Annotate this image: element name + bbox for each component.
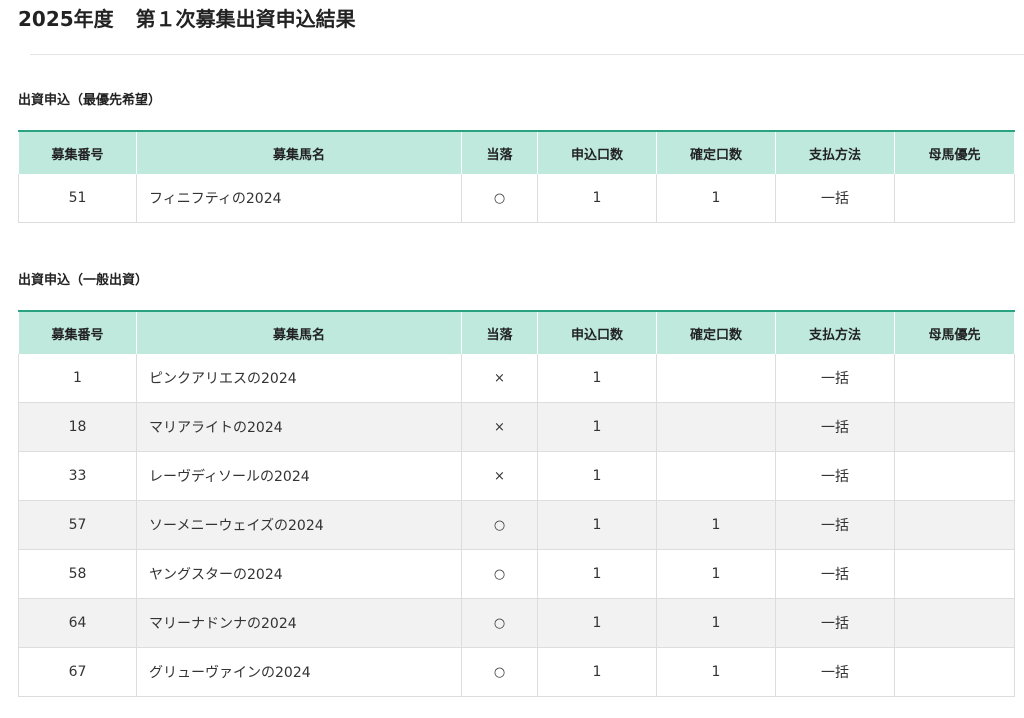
page-title-main: 第１次募集出資申込結果 — [135, 7, 356, 31]
cell-applied-units: 1 — [537, 174, 657, 223]
cell-dam-priority — [894, 500, 1015, 550]
column-header-confirmed-units: 確定口数 — [656, 311, 776, 354]
cell-result: × — [461, 402, 538, 452]
cell-dam-priority — [894, 354, 1015, 403]
cell-confirmed-units: 1 — [656, 549, 776, 599]
cell-applied-units: 1 — [537, 402, 657, 452]
cell-result: × — [461, 354, 538, 403]
column-header-number: 募集番号 — [18, 131, 137, 174]
table-row: 33 レーヴディソールの2024 × 1 一括 — [18, 451, 1015, 501]
column-header-result: 当落 — [461, 131, 538, 174]
cell-payment: 一括 — [775, 598, 895, 648]
priority-results-table: 募集番号 募集馬名 当落 申込口数 確定口数 支払方法 母馬優先 51 フィニフ… — [18, 130, 1015, 223]
table-row: 57 ソーメニーウェイズの2024 ○ 1 1 一括 — [18, 500, 1015, 550]
table-row: 67 グリューヴァインの2024 ○ 1 1 一括 — [18, 647, 1015, 697]
cell-number: 33 — [18, 451, 137, 501]
cell-applied-units: 1 — [537, 549, 657, 599]
cell-confirmed-units — [656, 451, 776, 501]
table-row: 51 フィニフティの2024 ○ 1 1 一括 — [18, 174, 1015, 223]
cell-number: 67 — [18, 647, 137, 697]
cell-number: 57 — [18, 500, 137, 550]
column-header-confirmed-units: 確定口数 — [656, 131, 776, 174]
cell-confirmed-units — [656, 402, 776, 452]
cell-confirmed-units: 1 — [656, 647, 776, 697]
cell-number: 1 — [18, 354, 137, 403]
cell-horse-name: レーヴディソールの2024 — [136, 451, 462, 501]
table-row: 1 ピンクアリエスの2024 × 1 一括 — [18, 354, 1015, 403]
column-header-horse-name: 募集馬名 — [136, 131, 462, 174]
cell-applied-units: 1 — [537, 598, 657, 648]
cell-number: 18 — [18, 402, 137, 452]
cell-payment: 一括 — [775, 402, 895, 452]
column-header-dam-priority: 母馬優先 — [894, 131, 1015, 174]
cell-result: ○ — [461, 549, 538, 599]
cell-payment: 一括 — [775, 354, 895, 403]
cell-payment: 一括 — [775, 174, 895, 223]
column-header-payment: 支払方法 — [775, 131, 895, 174]
cell-dam-priority — [894, 598, 1015, 648]
cell-horse-name: ソーメニーウェイズの2024 — [136, 500, 462, 550]
cell-horse-name: マリーナドンナの2024 — [136, 598, 462, 648]
column-header-dam-priority: 母馬優先 — [894, 311, 1015, 354]
general-section-heading: 出資申込（一般出資） — [18, 273, 149, 288]
column-header-payment: 支払方法 — [775, 311, 895, 354]
cell-horse-name: グリューヴァインの2024 — [136, 647, 462, 697]
page-title-year: 2025年度 — [18, 7, 114, 31]
cell-confirmed-units — [656, 354, 776, 403]
cell-applied-units: 1 — [537, 500, 657, 550]
table-row: 58 ヤングスターの2024 ○ 1 1 一括 — [18, 549, 1015, 599]
table-row: 18 マリアライトの2024 × 1 一括 — [18, 402, 1015, 452]
cell-applied-units: 1 — [537, 451, 657, 501]
title-divider — [30, 54, 1024, 55]
cell-horse-name: マリアライトの2024 — [136, 402, 462, 452]
cell-result: ○ — [461, 500, 538, 550]
page-title: 2025年度 第１次募集出資申込結果 — [18, 6, 356, 32]
cell-number: 58 — [18, 549, 137, 599]
cell-horse-name: ピンクアリエスの2024 — [136, 354, 462, 403]
column-header-horse-name: 募集馬名 — [136, 311, 462, 354]
cell-dam-priority — [894, 174, 1015, 223]
general-results-table: 募集番号 募集馬名 当落 申込口数 確定口数 支払方法 母馬優先 1 ピンクアリ… — [18, 310, 1015, 697]
cell-result: ○ — [461, 647, 538, 697]
column-header-number: 募集番号 — [18, 311, 137, 354]
cell-confirmed-units: 1 — [656, 500, 776, 550]
cell-dam-priority — [894, 402, 1015, 452]
cell-payment: 一括 — [775, 500, 895, 550]
cell-number: 51 — [18, 174, 137, 223]
cell-dam-priority — [894, 549, 1015, 599]
table-row: 64 マリーナドンナの2024 ○ 1 1 一括 — [18, 598, 1015, 648]
priority-section-heading: 出資申込（最優先希望） — [18, 93, 162, 108]
cell-payment: 一括 — [775, 451, 895, 501]
cell-horse-name: ヤングスターの2024 — [136, 549, 462, 599]
column-header-applied-units: 申込口数 — [537, 131, 657, 174]
cell-horse-name: フィニフティの2024 — [136, 174, 462, 223]
table-header-row: 募集番号 募集馬名 当落 申込口数 確定口数 支払方法 母馬優先 — [18, 131, 1015, 174]
cell-number: 64 — [18, 598, 137, 648]
cell-payment: 一括 — [775, 647, 895, 697]
table-header-row: 募集番号 募集馬名 当落 申込口数 確定口数 支払方法 母馬優先 — [18, 311, 1015, 354]
cell-confirmed-units: 1 — [656, 174, 776, 223]
cell-confirmed-units: 1 — [656, 598, 776, 648]
cell-dam-priority — [894, 647, 1015, 697]
cell-payment: 一括 — [775, 549, 895, 599]
cell-applied-units: 1 — [537, 354, 657, 403]
cell-result: ○ — [461, 598, 538, 648]
cell-dam-priority — [894, 451, 1015, 501]
cell-result: ○ — [461, 174, 538, 223]
cell-applied-units: 1 — [537, 647, 657, 697]
column-header-applied-units: 申込口数 — [537, 311, 657, 354]
column-header-result: 当落 — [461, 311, 538, 354]
cell-result: × — [461, 451, 538, 501]
